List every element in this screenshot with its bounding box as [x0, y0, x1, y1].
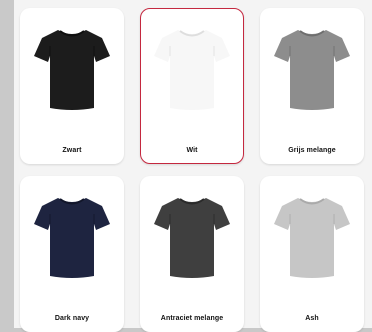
tshirt-body: [34, 30, 110, 110]
swatch-label: Grijs melange: [288, 147, 336, 154]
swatch-label: Dark navy: [54, 315, 90, 322]
tshirt-icon: [274, 30, 350, 110]
swatch-label: Wit: [186, 147, 198, 154]
tshirt-body: [154, 198, 230, 278]
swatch-label: Ash: [305, 315, 319, 322]
swatch-dark-navy[interactable]: Dark navy: [20, 176, 124, 332]
tshirt-icon: [154, 30, 230, 110]
tshirt-icon: [34, 30, 110, 110]
swatch-ash[interactable]: Ash: [260, 176, 364, 332]
swatch-antraciet-melange[interactable]: Antraciet melange: [140, 176, 244, 332]
swatch-wit[interactable]: Wit: [140, 8, 244, 164]
tshirt-icon: [154, 198, 230, 278]
color-selector-panel: Zwart Wit Grijs melange Dark navy Antrac…: [14, 0, 372, 332]
tshirt-icon: [274, 198, 350, 278]
color-swatch-grid: Zwart Wit Grijs melange Dark navy Antrac…: [20, 8, 364, 332]
tshirt-body: [274, 198, 350, 278]
tshirt-body: [154, 30, 230, 110]
swatch-grijs-melange[interactable]: Grijs melange: [260, 8, 364, 164]
swatch-zwart[interactable]: Zwart: [20, 8, 124, 164]
tshirt-body: [274, 30, 350, 110]
tshirt-body: [34, 198, 110, 278]
swatch-label: Zwart: [62, 147, 82, 154]
tshirt-icon: [34, 198, 110, 278]
swatch-label: Antraciet melange: [160, 315, 224, 322]
